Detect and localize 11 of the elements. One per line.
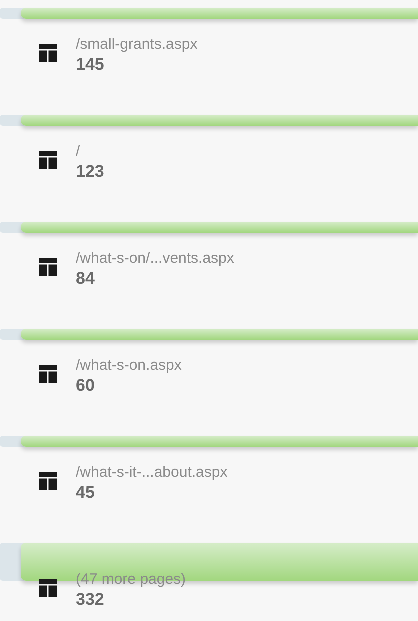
view-count: 145 (76, 54, 106, 76)
page-path: /what-s-on.aspx (76, 356, 182, 375)
page-path: /small-grants.aspx (76, 35, 198, 54)
view-count: 60 (76, 375, 96, 397)
page-path: / (76, 142, 82, 161)
view-count: 123 (76, 161, 104, 183)
view-count: 45 (76, 482, 96, 504)
page-path: /what-s-it-...about.aspx (76, 463, 228, 482)
page-path: /what-s-on/...vents.aspx (76, 249, 234, 268)
view-count: 332 (76, 589, 106, 611)
view-count: 84 (76, 268, 96, 290)
